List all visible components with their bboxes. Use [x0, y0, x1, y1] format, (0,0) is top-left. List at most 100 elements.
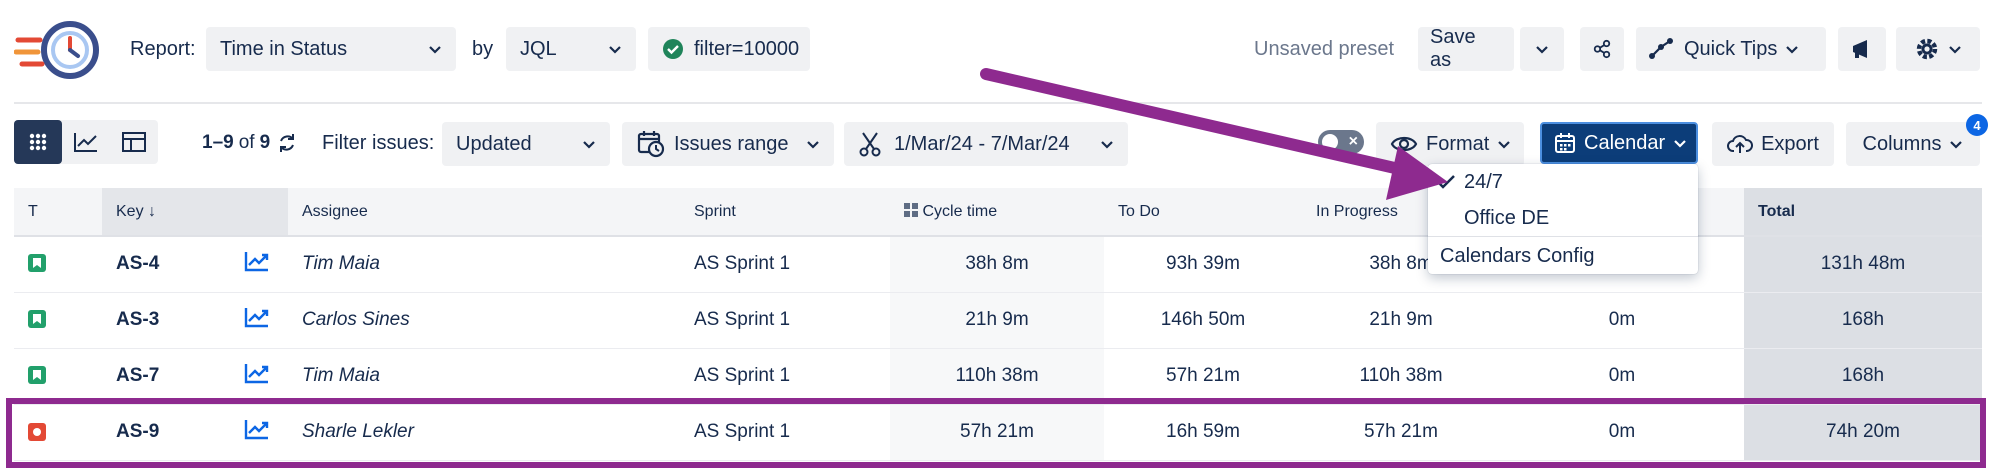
calendar-label: Calendar [1584, 131, 1666, 154]
assignee-cell: Sharle Lekler [288, 404, 680, 461]
issue-type-cell [14, 292, 102, 349]
chevron-down-icon [1786, 46, 1799, 54]
cycle-time-cell: 38h 8m [890, 236, 1104, 293]
chevron-down-icon [807, 141, 819, 149]
col-cycle-time[interactable]: Cycle time [890, 188, 1104, 237]
chart-view-icon [74, 133, 97, 152]
trend-chart-icon[interactable] [244, 306, 270, 328]
assignee-cell: Carlos Sines [288, 292, 680, 349]
filter-chip[interactable]: filter=10000 [648, 27, 810, 71]
issue-key[interactable]: AS-4 [102, 236, 230, 293]
columns-label: Columns [1862, 132, 1942, 155]
chevron-down-icon [583, 141, 595, 149]
calendar-button[interactable]: Calendar [1540, 122, 1698, 164]
announcements-button[interactable] [1838, 27, 1886, 71]
chevron-down-icon [1950, 141, 1963, 149]
table-row[interactable]: AS-7 Tim Maia AS Sprint 1 110h 38m 57h 2… [14, 348, 1982, 405]
filter-value: filter=10000 [694, 37, 800, 60]
chevron-down-icon [429, 46, 441, 54]
col-type[interactable]: T [14, 188, 102, 237]
issues-range-button[interactable]: Issues range [622, 122, 834, 166]
calendar-dropdown-menu: 24/7 Office DE Calendars Config [1428, 164, 1698, 274]
chevron-down-icon [1498, 141, 1511, 149]
calendars-config-label: Calendars Config [1440, 244, 1595, 267]
in-progress-cell: 57h 21m [1302, 404, 1500, 461]
col-sprint[interactable]: Sprint [680, 188, 890, 237]
menu-divider [1428, 236, 1698, 237]
cloud-upload-icon [1727, 135, 1754, 153]
toggle-switch[interactable]: × [1318, 130, 1364, 154]
table-row[interactable]: AS-3 Carlos Sines AS Sprint 1 21h 9m 146… [14, 292, 1982, 349]
assignee-cell: Tim Maia [288, 236, 680, 293]
report-select[interactable]: Time in Status [206, 27, 456, 71]
issue-type-cell [14, 236, 102, 293]
calendar-option-24-7[interactable]: 24/7 [1428, 164, 1698, 200]
scissors-icon [859, 132, 881, 157]
by-select[interactable]: JQL [506, 27, 636, 71]
issue-range: 1–9 [202, 132, 234, 153]
col-assignee[interactable]: Assignee [288, 188, 680, 237]
quick-tips-button[interactable]: Quick Tips [1636, 27, 1826, 71]
trend-cell[interactable] [230, 236, 288, 293]
save-as-button[interactable]: Save as [1418, 26, 1514, 71]
settings-button[interactable] [1896, 27, 1980, 71]
todo-cell: 16h 59m [1104, 404, 1302, 461]
todo-cell: 146h 50m [1104, 292, 1302, 349]
trend-cell[interactable] [230, 292, 288, 349]
trend-chart-icon[interactable] [244, 250, 270, 272]
issue-key[interactable]: AS-9 [102, 404, 230, 461]
quick-tips-label: Quick Tips [1684, 37, 1778, 60]
issue-type-cell [14, 348, 102, 405]
col-todo[interactable]: To Do [1104, 188, 1302, 237]
table-row[interactable]: AS-9 Sharle Lekler AS Sprint 1 57h 21m 1… [14, 404, 1982, 461]
calendars-config-item[interactable]: Calendars Config [1428, 238, 1698, 274]
done-cell: 0m [1500, 404, 1744, 461]
trend-chart-icon[interactable] [244, 418, 270, 440]
export-label: Export [1761, 132, 1819, 155]
col-total[interactable]: Total [1744, 188, 1982, 237]
sprint-cell: AS Sprint 1 [680, 236, 890, 293]
chevron-down-icon [1101, 141, 1113, 149]
table-view-button[interactable] [110, 120, 158, 164]
of-label: of [238, 132, 255, 153]
sprint-cell: AS Sprint 1 [680, 348, 890, 405]
issue-key[interactable]: AS-3 [102, 292, 230, 349]
refresh-icon[interactable] [276, 132, 298, 154]
checkmark-icon [1437, 175, 1455, 189]
cycle-time-cell: 110h 38m [890, 348, 1104, 405]
by-select-value: JQL [520, 37, 557, 60]
total-cell: 168h [1744, 292, 1982, 349]
report-label: Report: [130, 38, 196, 60]
trend-chart-icon[interactable] [244, 362, 270, 384]
chart-view-button[interactable] [62, 120, 110, 164]
chevron-down-icon [609, 46, 621, 54]
share-button[interactable] [1580, 27, 1624, 71]
filter-issues-select[interactable]: Updated [442, 122, 610, 166]
export-button[interactable]: Export [1712, 122, 1834, 166]
issue-type-icon [28, 366, 46, 384]
trend-cell[interactable] [230, 404, 288, 461]
format-button[interactable]: Format [1376, 122, 1524, 166]
col-chart [230, 188, 288, 237]
date-range-select[interactable]: 1/Mar/24 - 7/Mar/24 [844, 122, 1128, 166]
cycle-grid-icon [904, 202, 918, 217]
report-select-value: Time in Status [220, 37, 348, 60]
issue-key[interactable]: AS-7 [102, 348, 230, 405]
grid-view-button[interactable] [14, 120, 62, 164]
col-cycle-time-label: Cycle time [922, 202, 998, 220]
columns-button[interactable]: Columns [1846, 122, 1980, 166]
todo-cell: 57h 21m [1104, 348, 1302, 405]
format-label: Format [1426, 132, 1490, 155]
done-cell: 0m [1500, 348, 1744, 405]
col-key[interactable]: Key ↓ [102, 188, 230, 237]
grid-view-icon [29, 133, 47, 151]
trend-cell[interactable] [230, 348, 288, 405]
calendar-option-office-de[interactable]: Office DE [1428, 200, 1698, 236]
arrow-down-icon: ↓ [148, 202, 157, 220]
issue-total: 9 [259, 132, 271, 153]
issue-type-icon [28, 310, 46, 328]
done-cell: 0m [1500, 292, 1744, 349]
assignee-cell: Tim Maia [288, 348, 680, 405]
save-options-button[interactable] [1520, 27, 1564, 71]
view-switcher [14, 120, 158, 164]
